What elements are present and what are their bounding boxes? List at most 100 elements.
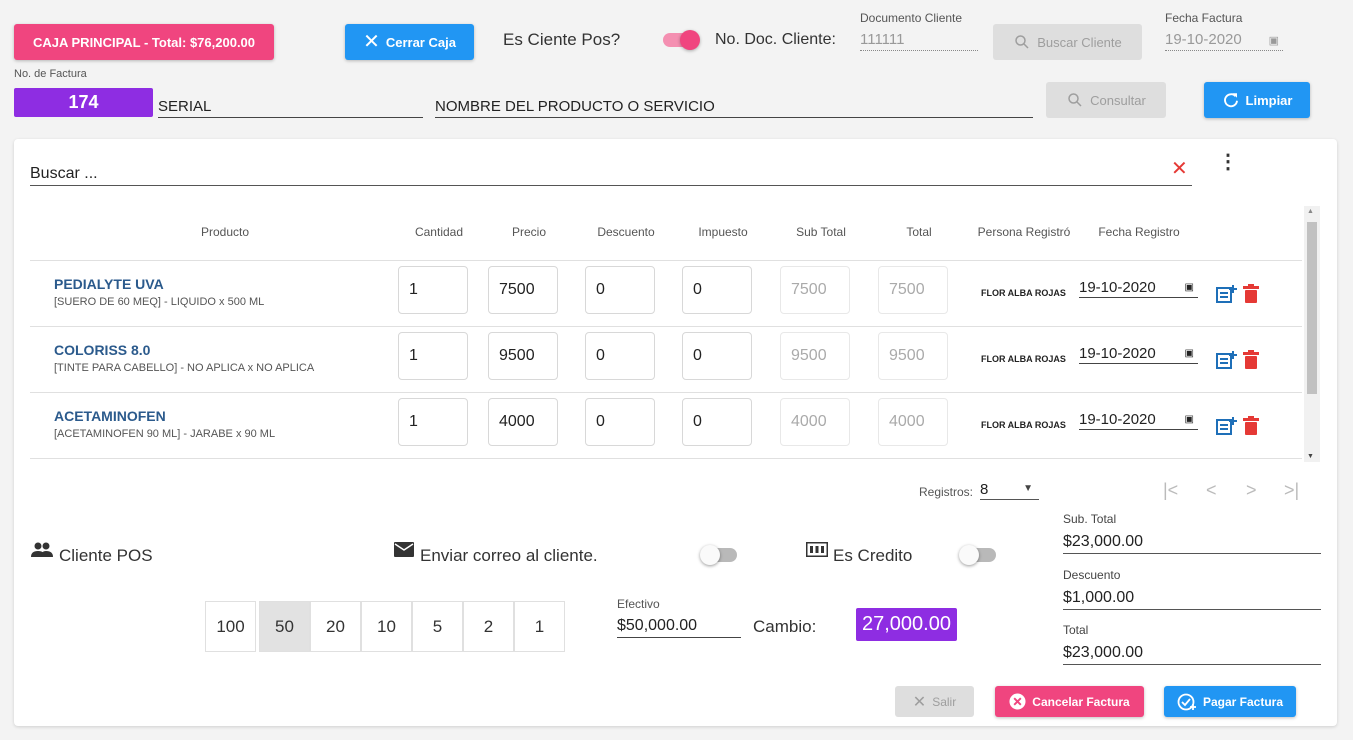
subtotal-label: Sub. Total (1063, 512, 1117, 526)
row-divider (30, 458, 1302, 459)
registros-label: Registros: (919, 485, 974, 499)
scroll-up-icon[interactable]: ▲ (1307, 208, 1314, 215)
column-header-subtotal[interactable]: Sub Total (782, 225, 860, 239)
search-icon (1068, 93, 1082, 107)
fecha-registro-input[interactable]: 19-10-2020 ▣ (1079, 279, 1198, 298)
impuesto-input[interactable]: 0 (682, 332, 752, 380)
product-name: COLORISS 8.0 (54, 342, 151, 358)
cantidad-input[interactable]: 1 (398, 398, 468, 446)
row-divider (30, 260, 1302, 261)
column-header-fecha[interactable]: Fecha Registro (1086, 225, 1192, 239)
coin-button-100[interactable]: 100 (205, 601, 256, 652)
total-field: 9500 (878, 332, 948, 380)
first-page-icon[interactable]: |< (1163, 480, 1178, 501)
clear-search-icon[interactable]: ✕ (1171, 156, 1188, 181)
cancelar-factura-button[interactable]: Cancelar Factura (995, 686, 1144, 717)
credit-icon (806, 542, 828, 557)
product-desc: [SUERO DE 60 MEQ] - LIQUIDO x 500 ML (54, 296, 265, 308)
coin-button-10[interactable]: 10 (361, 601, 412, 652)
fecha-factura-input[interactable]: 19-10-2020 ▣ (1165, 31, 1283, 51)
es-credito-label: Es Credito (833, 546, 913, 565)
precio-input[interactable]: 7500 (488, 266, 558, 314)
delete-icon[interactable] (1243, 350, 1259, 369)
cancelar-factura-label: Cancelar Factura (1032, 694, 1130, 709)
check-circle-icon (1177, 693, 1196, 710)
documento-cliente-input[interactable]: 111111 (860, 31, 978, 51)
subtotal-value: $23,000.00 (1063, 533, 1321, 554)
column-header-total[interactable]: Total (880, 225, 958, 239)
fecha-registro-value: 19-10-2020 (1079, 279, 1156, 296)
limpiar-label: Limpiar (1245, 92, 1293, 108)
scrollbar-thumb[interactable] (1307, 222, 1317, 394)
persona-registro: FLOR ALBA ROJAS (981, 288, 1066, 298)
row-divider (30, 326, 1302, 327)
scroll-down-icon[interactable]: ▼ (1307, 453, 1314, 460)
subtotal-field: 7500 (780, 266, 850, 314)
delete-icon[interactable] (1243, 284, 1259, 303)
consultar-label: Consultar (1090, 92, 1146, 108)
search-icon (1015, 35, 1029, 49)
es-credito-toggle[interactable] (959, 545, 996, 565)
column-header-producto[interactable]: Producto (175, 225, 275, 239)
column-header-persona[interactable]: Persona Registró (968, 225, 1080, 239)
table-scrollbar[interactable]: ▲ ▼ (1304, 206, 1320, 462)
consultar-button[interactable]: Consultar (1046, 82, 1166, 118)
no-factura-badge: 174 (14, 88, 153, 117)
fecha-registro-input[interactable]: 19-10-2020 ▣ (1079, 345, 1198, 364)
column-header-descuento[interactable]: Descuento (585, 225, 667, 239)
coin-button-2[interactable]: 2 (463, 601, 514, 652)
prev-page-icon[interactable]: < (1206, 480, 1217, 501)
table-search-input[interactable]: Buscar ... (30, 165, 1192, 186)
caja-principal-button[interactable]: CAJA PRINCIPAL - Total: $76,200.00 (14, 24, 274, 60)
fecha-registro-value: 19-10-2020 (1079, 411, 1156, 428)
cantidad-input[interactable]: 1 (398, 266, 468, 314)
coin-button-50[interactable]: 50 (259, 601, 310, 652)
refresh-icon (1223, 93, 1238, 108)
salir-button[interactable]: ✕ Salir (895, 686, 974, 717)
delete-icon[interactable] (1243, 416, 1259, 435)
impuesto-input[interactable]: 0 (682, 266, 752, 314)
enviar-correo-toggle[interactable] (700, 545, 737, 565)
column-header-precio[interactable]: Precio (490, 225, 568, 239)
precio-input[interactable]: 4000 (488, 398, 558, 446)
people-icon (31, 542, 53, 557)
fecha-registro-input[interactable]: 19-10-2020 ▣ (1079, 411, 1198, 430)
coin-button-5[interactable]: 5 (412, 601, 463, 652)
efectivo-input[interactable]: $50,000.00 (617, 617, 741, 638)
column-header-impuesto[interactable]: Impuesto (684, 225, 762, 239)
total-field: 4000 (878, 398, 948, 446)
descuento-input[interactable]: 0 (585, 332, 655, 380)
cliente-pos-label: Cliente POS (59, 546, 153, 565)
buscar-cliente-button[interactable]: Buscar Cliente (993, 24, 1142, 60)
descuento-input[interactable]: 0 (585, 266, 655, 314)
cancel-icon (1009, 693, 1026, 710)
edit-note-icon[interactable] (1216, 350, 1238, 370)
total-value: $23,000.00 (1063, 644, 1321, 665)
subtotal-field: 9500 (780, 332, 850, 380)
more-vert-icon[interactable]: ⋮ (1218, 152, 1238, 172)
salir-label: Salir (932, 694, 957, 709)
coin-button-20[interactable]: 20 (310, 601, 361, 652)
next-page-icon[interactable]: > (1246, 480, 1257, 501)
column-header-cantidad[interactable]: Cantidad (400, 225, 478, 239)
producto-input[interactable]: NOMBRE DEL PRODUCTO O SERVICIO (435, 98, 1033, 118)
es-cliente-pos-label: Es Ciente Pos? (503, 30, 621, 49)
serial-input[interactable]: SERIAL (158, 98, 423, 118)
registros-select[interactable]: 8 ▼ (980, 481, 1039, 500)
last-page-icon[interactable]: >| (1284, 480, 1299, 501)
impuesto-input[interactable]: 0 (682, 398, 752, 446)
cantidad-input[interactable]: 1 (398, 332, 468, 380)
edit-note-icon[interactable] (1216, 416, 1238, 436)
precio-input[interactable]: 9500 (488, 332, 558, 380)
cerrar-caja-button[interactable]: ✕ Cerrar Caja (345, 24, 474, 60)
descuento-input[interactable]: 0 (585, 398, 655, 446)
pagar-factura-button[interactable]: Pagar Factura (1164, 686, 1296, 717)
limpiar-button[interactable]: Limpiar (1204, 82, 1310, 118)
persona-registro: FLOR ALBA ROJAS (981, 420, 1066, 430)
caja-principal-label: CAJA PRINCIPAL - Total: $76,200.00 (32, 34, 256, 50)
no-factura-label: No. de Factura (14, 68, 87, 80)
edit-note-icon[interactable] (1216, 284, 1238, 304)
no-factura-value: 174 (68, 92, 99, 112)
coin-button-1[interactable]: 1 (514, 601, 565, 652)
es-cliente-pos-toggle[interactable] (663, 30, 700, 50)
